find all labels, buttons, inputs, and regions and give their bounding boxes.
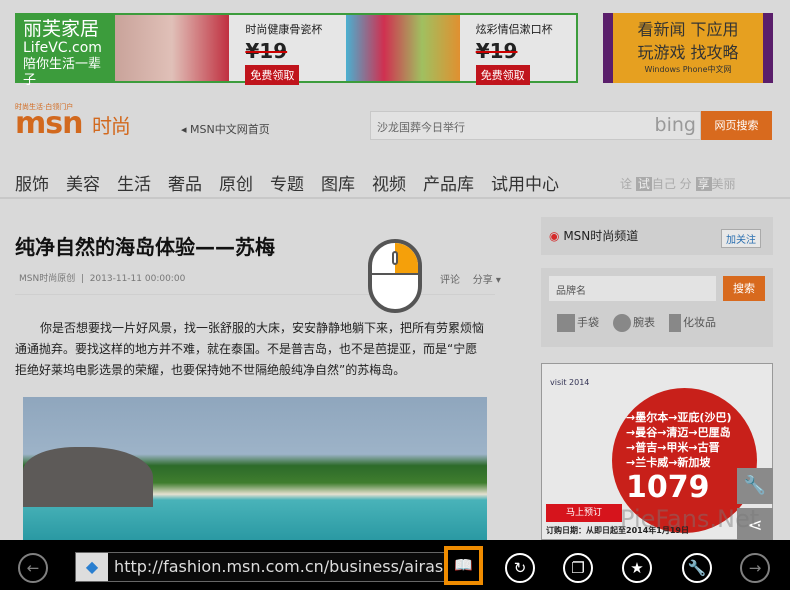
ad-product[interactable]: 炫彩情侣漱口杯 ¥19 免费领取	[345, 15, 576, 85]
weibo-box: ◉ MSN时尚频道 加关注	[541, 217, 773, 255]
article-actions: 评论 分享 ▾	[440, 275, 501, 286]
home-link-label: MSN中文网首页	[190, 123, 270, 136]
slogan-part: 美丽	[711, 177, 736, 191]
handbag-icon	[557, 314, 575, 332]
claim-button[interactable]: 免费领取	[475, 65, 530, 85]
lifevc-banner-ad[interactable]: 丽芙家居 LifeVC.com 陪你生活一辈子 时尚健康骨瓷杯 ¥19 免费领取 炫彩情…	[15, 13, 578, 88]
back-button[interactable]: ←	[18, 553, 48, 583]
watermark: PieFans.Net	[620, 505, 760, 533]
slogan-part: 诠	[620, 177, 633, 191]
product-price: ¥19	[245, 39, 288, 63]
visit-malaysia-logo: visit 2014	[550, 378, 590, 387]
category-handbag[interactable]: 手袋	[557, 314, 599, 332]
windows-phone-ad[interactable]: 看新闻 下应用 玩游戏 找攻略 Windows Phone中文网	[603, 13, 773, 83]
nav-item[interactable]: 美容	[66, 170, 100, 195]
category-label: 化妆品	[683, 316, 716, 329]
ad-line: 玩游戏 找攻略	[637, 43, 739, 62]
slogan-part: 自己 分	[651, 177, 692, 191]
reading-view-button[interactable]: 📖	[444, 546, 483, 585]
brand-slogan: 陪你生活一辈子	[23, 57, 102, 88]
nav-item[interactable]: 生活	[117, 170, 151, 195]
slogan-part: 享	[695, 177, 712, 191]
msn-home-link[interactable]: ◂ MSN中文网首页	[181, 121, 270, 137]
nav-item[interactable]: 产品库	[423, 170, 474, 195]
comment-link[interactable]: 评论	[440, 275, 460, 286]
ad-product[interactable]: 时尚健康骨瓷杯 ¥19 免费领取	[115, 15, 345, 85]
favorites-button[interactable]: ★	[622, 553, 652, 583]
forward-button[interactable]: →	[740, 553, 770, 583]
msn-favicon: ◆	[76, 553, 109, 581]
nav-divider	[0, 197, 790, 199]
product-name: 炫彩情侣漱口杯	[475, 23, 553, 36]
lifevc-brand: 丽芙家居 LifeVC.com 陪你生活一辈子	[17, 15, 116, 88]
address-bar[interactable]: ◆ http://fashion.msn.com.cn/business/aira…	[75, 552, 445, 582]
site-slogan: 诠 试自己 分 享美丽	[620, 175, 736, 192]
product-name: 时尚健康骨瓷杯	[245, 23, 323, 36]
mug-image	[115, 15, 230, 81]
nav-item[interactable]: 视频	[372, 170, 406, 195]
brand-search-button[interactable]: 搜索	[723, 276, 765, 301]
article-meta: MSN时尚原创 | 2013-11-11 00:00:00	[19, 274, 186, 284]
main-nav: 服饰 美容 生活 奢品 原创 专题 图库 视频 产品库 试用中心	[15, 170, 559, 195]
nav-item[interactable]: 原创	[219, 170, 253, 195]
category-label: 手袋	[577, 316, 599, 329]
meta-divider	[15, 294, 495, 295]
claim-button[interactable]: 免费领取	[245, 65, 300, 85]
article-source: MSN时尚原创	[19, 274, 76, 284]
article-body: 你是否想要找一片好风景，找一张舒服的大床，安安静静地躺下来，把所有劳累烦恼通通抛…	[15, 321, 485, 377]
logo-tagline: 时尚生活·白领门户	[15, 103, 74, 111]
weibo-icon: ◉	[549, 229, 560, 243]
category-label: 腕表	[633, 316, 655, 329]
web-search-button[interactable]: 网页搜索	[701, 111, 772, 140]
logo-suffix: 时尚	[91, 114, 131, 138]
brand-name: 丽芙家居	[23, 18, 100, 40]
promo-price: 1079	[626, 470, 710, 505]
article-title: 纯净自然的海岛体验——苏梅	[15, 235, 275, 259]
url-text: http://fashion.msn.com.cn/business/airas…	[114, 557, 444, 576]
article-date: 2013-11-11 00:00:00	[89, 274, 186, 284]
tabs-button[interactable]: ❐	[563, 553, 593, 583]
ad-brand: Windows Phone中文网	[644, 65, 732, 74]
destination: →曼谷→清迈→巴厘岛	[626, 426, 731, 439]
msn-fashion-logo[interactable]: 时尚生活·白领门户 msn 时尚	[15, 103, 131, 141]
nav-item[interactable]: 专题	[270, 170, 304, 195]
brand-site: LifeVC.com	[23, 40, 102, 56]
island-photo	[23, 397, 487, 540]
brand-search-box: 品牌名 搜索 手袋 腕表 化妆品	[541, 268, 773, 347]
search-value: 沙龙国葬今日举行	[377, 121, 465, 134]
page-tools-button[interactable]: 🔧	[682, 553, 712, 583]
destination: →兰卡威→新加坡	[626, 456, 711, 469]
mouse-right-click-icon	[368, 239, 422, 313]
category-watch[interactable]: 腕表	[613, 314, 655, 332]
rock	[23, 447, 153, 507]
weibo-channel[interactable]: MSN时尚频道	[563, 229, 638, 243]
nav-item[interactable]: 试用中心	[491, 170, 559, 195]
destination: →墨尔本→亚庇(沙巴)	[626, 411, 732, 424]
follow-button[interactable]: 加关注	[721, 229, 761, 248]
slogan-part: 试	[635, 177, 652, 191]
book-icon: 📖	[454, 556, 473, 574]
share-dropdown[interactable]: 分享	[473, 275, 493, 286]
bottle-icon	[669, 314, 681, 332]
book-now-button[interactable]: 马上预订	[546, 504, 622, 522]
clock-icon	[613, 314, 631, 332]
ad-line: 看新闻 下应用	[637, 20, 739, 39]
bing-logo: bing	[654, 114, 696, 136]
brand-placeholder: 品牌名	[556, 286, 586, 297]
refresh-button[interactable]: ↻	[505, 553, 535, 583]
wrench-side-button[interactable]: 🔧	[737, 468, 773, 504]
destination: →普吉→甲米→古晋	[626, 441, 720, 454]
nav-item[interactable]: 奢品	[168, 170, 202, 195]
cups-image	[345, 15, 460, 81]
nav-item[interactable]: 图库	[321, 170, 355, 195]
web-search-input[interactable]: 沙龙国葬今日举行 bing	[370, 111, 701, 140]
nav-item[interactable]: 服饰	[15, 170, 49, 195]
category-cosmetics[interactable]: 化妆品	[669, 314, 716, 332]
brand-input[interactable]: 品牌名	[549, 276, 716, 301]
product-price: ¥19	[475, 39, 518, 63]
